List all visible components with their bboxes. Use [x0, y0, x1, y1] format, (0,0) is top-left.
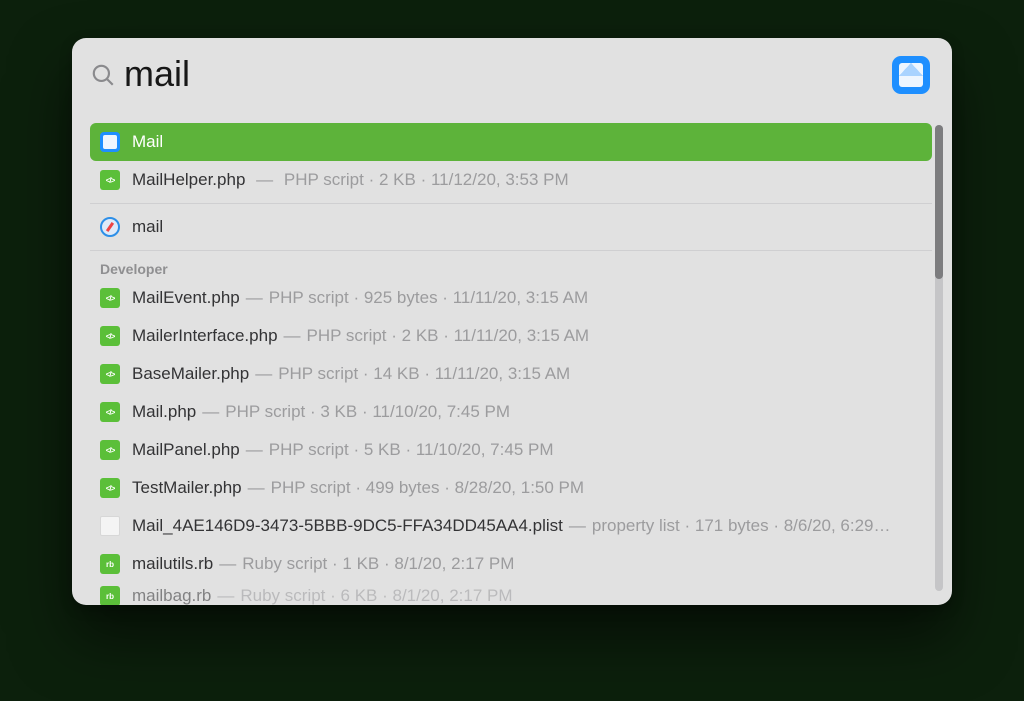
result-date: 8/1/20, 2:17 PM [394, 554, 514, 573]
result-size: 499 bytes [366, 478, 440, 497]
result-kind: PHP script [271, 478, 351, 497]
result-name: BaseMailer.php [132, 364, 249, 383]
result-kind: PHP script [225, 402, 305, 421]
result-row[interactable]: MailHelper.php — PHP script · 2 KB · 11/… [90, 161, 932, 199]
scrollbar-thumb[interactable] [935, 125, 943, 279]
result-size: 2 KB [379, 170, 416, 189]
result-name: MailEvent.php [132, 288, 240, 307]
result-size: 5 KB [364, 440, 401, 459]
result-name: Mail [132, 132, 163, 152]
safari-icon [100, 217, 120, 237]
result-size: 171 bytes [695, 516, 769, 535]
results-list: Mail MailHelper.php — PHP script · 2 KB … [72, 111, 952, 605]
result-row[interactable]: TestMailer.php—PHP script · 499 bytes · … [90, 469, 932, 507]
result-date: 8/28/20, 1:50 PM [455, 478, 584, 497]
result-date: 11/10/20, 7:45 PM [372, 402, 510, 421]
top-hit-preview-mail-icon [892, 56, 930, 94]
result-name: TestMailer.php [132, 478, 242, 497]
result-kind: property list [592, 516, 680, 535]
top-hit-row[interactable]: Mail [90, 123, 932, 161]
result-size: 3 KB [320, 402, 357, 421]
result-size: 2 KB [402, 326, 439, 345]
result-size: 1 KB [342, 554, 379, 573]
mail-app-icon [100, 132, 120, 152]
result-kind: PHP script [269, 440, 349, 459]
php-file-icon [100, 440, 120, 460]
php-file-icon [100, 478, 120, 498]
result-name: mailutils.rb [132, 554, 213, 573]
result-name: mailbag.rb [132, 586, 211, 605]
developer-section: MailEvent.php—PHP script · 925 bytes · 1… [90, 279, 932, 605]
result-row[interactable]: mailbag.rb—Ruby script · 6 KB · 8/1/20, … [90, 583, 932, 605]
search-icon [90, 62, 116, 88]
result-name: Mail.php [132, 402, 196, 421]
result-row[interactable]: mailutils.rb—Ruby script · 1 KB · 8/1/20… [90, 545, 932, 583]
result-kind: Ruby script [240, 586, 325, 605]
result-kind: Ruby script [242, 554, 327, 573]
web-suggestion-row[interactable]: mail [90, 208, 932, 246]
result-row[interactable]: Mail.php—PHP script · 3 KB · 11/10/20, 7… [90, 393, 932, 431]
result-date: 11/11/20, 3:15 AM [454, 326, 589, 345]
result-row[interactable]: Mail_4AE146D9-3473-5BBB-9DC5-FFA34DD45AA… [90, 507, 932, 545]
result-kind: PHP script [307, 326, 387, 345]
result-size: 6 KB [341, 586, 378, 605]
php-file-icon [100, 326, 120, 346]
search-bar [72, 38, 952, 111]
divider [90, 203, 932, 204]
result-size: 14 KB [373, 364, 419, 383]
result-date: 11/11/20, 3:15 AM [435, 364, 570, 383]
scrollbar[interactable] [935, 125, 943, 591]
php-file-icon [100, 170, 120, 190]
spotlight-window: Mail MailHelper.php — PHP script · 2 KB … [72, 38, 952, 605]
result-name: MailerInterface.php [132, 326, 278, 345]
result-name: MailPanel.php [132, 440, 240, 459]
result-date: 8/6/20, 6:29… [784, 516, 891, 535]
result-date: 8/1/20, 2:17 PM [392, 586, 512, 605]
php-file-icon [100, 402, 120, 422]
result-date: 11/10/20, 7:45 PM [416, 440, 554, 459]
ruby-file-icon [100, 554, 120, 574]
result-row[interactable]: BaseMailer.php—PHP script · 14 KB · 11/1… [90, 355, 932, 393]
result-date: 11/12/20, 3:53 PM [431, 170, 569, 189]
result-size: 925 bytes [364, 288, 438, 307]
result-name: mail [132, 217, 163, 237]
result-kind: PHP script [278, 364, 358, 383]
php-file-icon [100, 288, 120, 308]
result-row[interactable]: MailEvent.php—PHP script · 925 bytes · 1… [90, 279, 932, 317]
result-name: Mail_4AE146D9-3473-5BBB-9DC5-FFA34DD45AA… [132, 516, 563, 535]
ruby-file-icon [100, 586, 120, 605]
plist-file-icon [100, 516, 120, 536]
divider [90, 250, 932, 251]
result-kind: PHP script [284, 170, 364, 189]
result-kind: PHP script [269, 288, 349, 307]
result-date: 11/11/20, 3:15 AM [453, 288, 588, 307]
php-file-icon [100, 364, 120, 384]
result-row[interactable]: MailerInterface.php—PHP script · 2 KB · … [90, 317, 932, 355]
search-input[interactable] [116, 51, 892, 99]
result-row[interactable]: MailPanel.php—PHP script · 5 KB · 11/10/… [90, 431, 932, 469]
result-name: MailHelper.php [132, 170, 245, 189]
section-header-developer: Developer [90, 255, 932, 279]
